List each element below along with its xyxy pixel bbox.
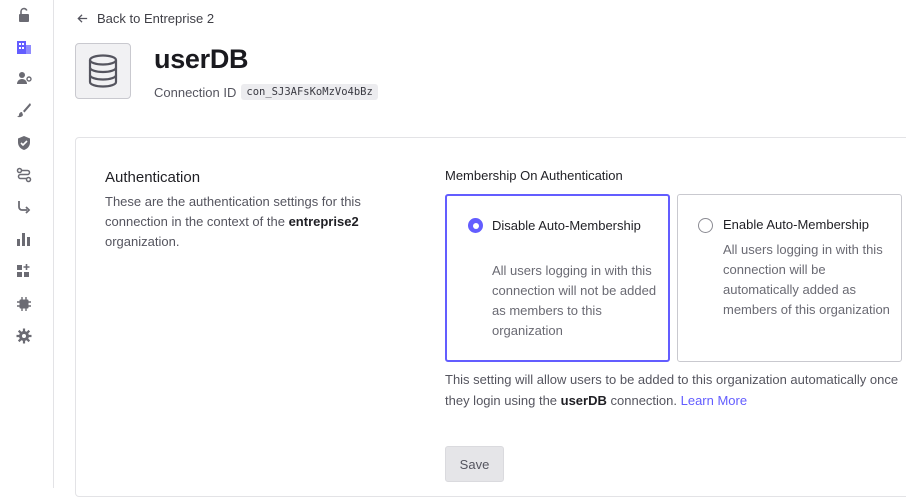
back-link-label: Back to Entreprise 2 — [97, 11, 215, 26]
connection-id-row: Connection ID con_SJ3AFsKoMzVo4bBz — [154, 84, 378, 100]
database-icon — [88, 54, 118, 88]
help-connection: userDB — [560, 393, 607, 408]
radio-unselected[interactable] — [698, 218, 713, 233]
option-description: All users logging in with this connectio… — [723, 242, 890, 317]
section-description: These are the authentication settings fo… — [105, 192, 395, 252]
bar-chart-icon[interactable] — [15, 230, 33, 248]
shield-check-icon[interactable] — [15, 134, 33, 152]
organizations-icon[interactable] — [15, 38, 33, 56]
option-disable-auto-membership[interactable]: Disable Auto-Membership All users loggin… — [445, 194, 670, 362]
section-desc-after: organization. — [105, 234, 180, 249]
connection-id-label: Connection ID — [154, 84, 237, 100]
option-description: All users logging in with this connectio… — [492, 263, 657, 338]
arrow-left-icon — [77, 14, 88, 23]
connection-icon[interactable] — [15, 198, 33, 216]
flow-icon[interactable] — [15, 166, 33, 184]
lock-open-icon[interactable] — [15, 6, 33, 24]
settings-gear-icon[interactable] — [15, 327, 33, 345]
save-button[interactable]: Save — [445, 446, 504, 482]
option-title: Enable Auto-Membership — [723, 217, 869, 232]
back-link[interactable]: Back to Entreprise 2 — [76, 11, 214, 26]
membership-help-text: This setting will allow users to be adde… — [445, 369, 905, 411]
section-title: Authentication — [105, 169, 201, 186]
database-tile — [75, 43, 131, 99]
membership-label: Membership On Authentication — [445, 168, 623, 183]
sidebar-nav — [0, 0, 54, 488]
brush-icon[interactable] — [15, 101, 33, 119]
chip-icon[interactable] — [15, 295, 33, 313]
learn-more-link[interactable]: Learn More — [681, 393, 747, 408]
extensions-icon[interactable] — [15, 262, 33, 280]
section-desc-org: entreprise2 — [288, 214, 359, 229]
help-after: connection. — [606, 393, 681, 408]
user-settings-icon[interactable] — [15, 69, 33, 87]
option-title: Disable Auto-Membership — [492, 218, 641, 233]
connection-id-value: con_SJ3AFsKoMzVo4bBz — [241, 84, 378, 100]
page-title: userDB — [154, 44, 249, 74]
option-enable-auto-membership[interactable]: Enable Auto-Membership All users logging… — [677, 194, 902, 362]
radio-selected[interactable] — [468, 218, 483, 233]
